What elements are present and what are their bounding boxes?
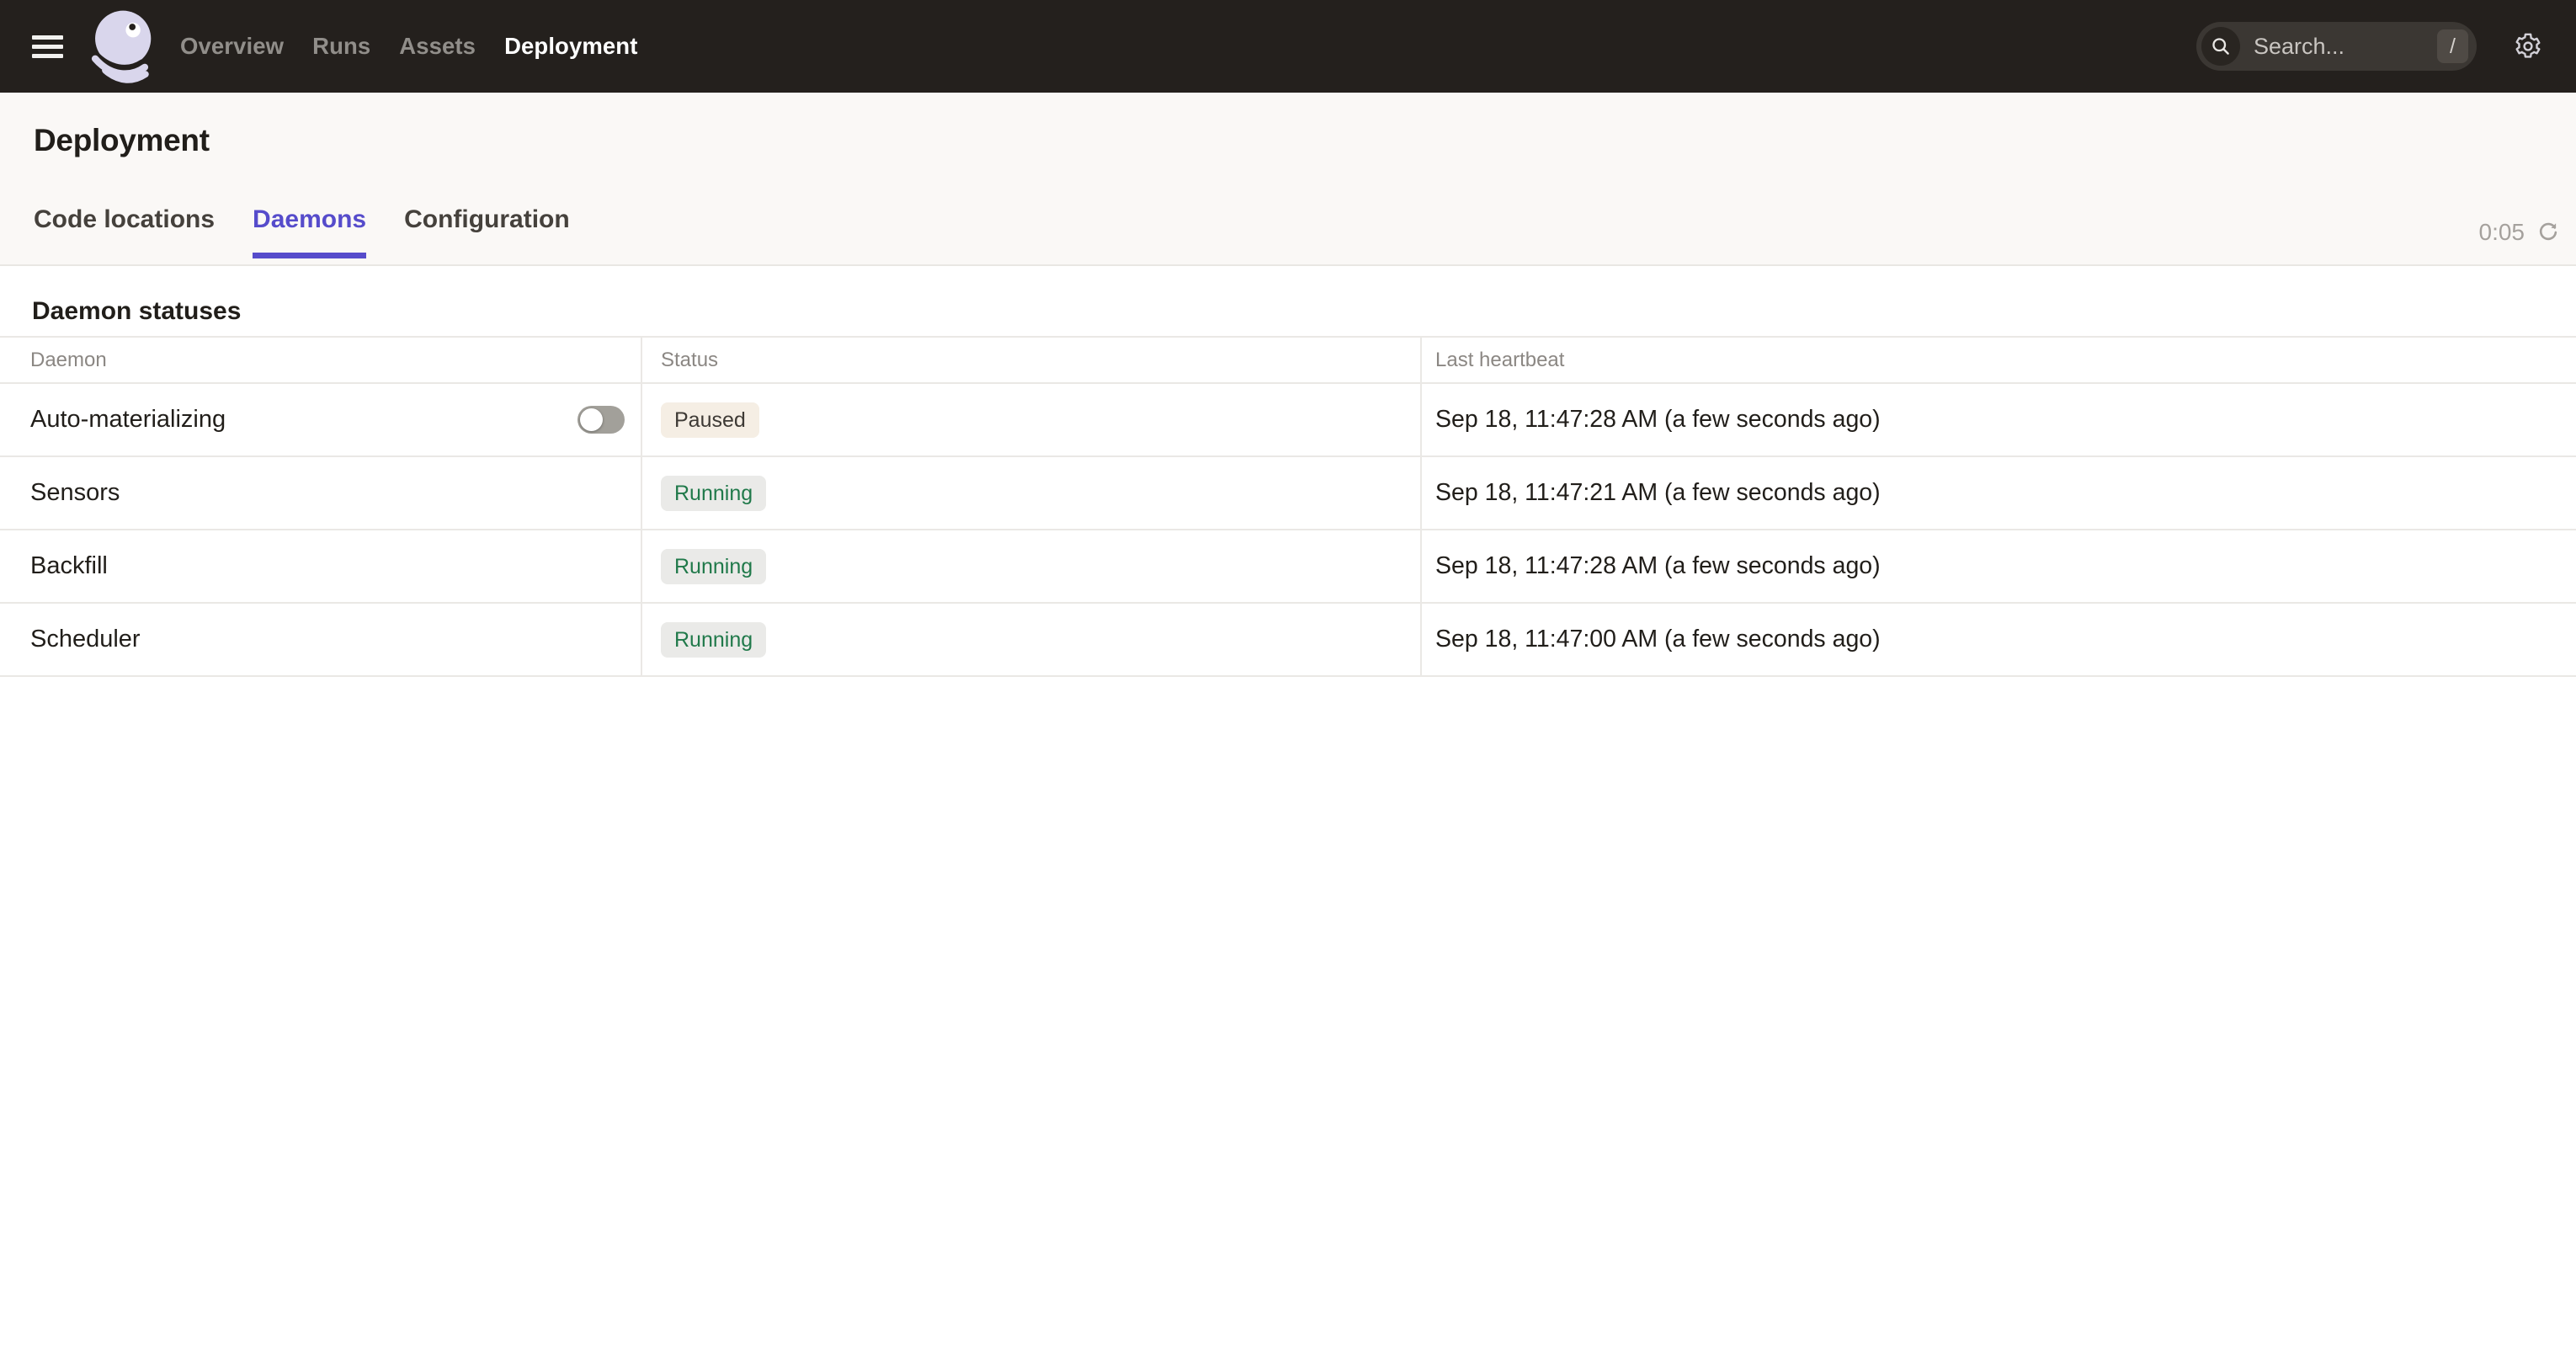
search-shortcut-hint: / (2437, 29, 2468, 63)
search-box[interactable]: / (2196, 22, 2477, 71)
daemon-name: Scheduler (30, 626, 141, 653)
table-row: Sensors Running Sep 18, 11:47:21 AM (a f… (0, 457, 2576, 530)
column-header-status: Status (661, 349, 718, 372)
daemon-table: Daemon Status Last heartbeat Auto-materi… (0, 336, 2576, 677)
main-content: Daemon statuses Daemon Status Last heart… (0, 266, 2576, 677)
column-header-last-heartbeat: Last heartbeat (1435, 349, 1564, 372)
last-heartbeat-value: Sep 18, 11:47:28 AM (a few seconds ago) (1435, 552, 1881, 580)
refresh-icon[interactable] (2536, 220, 2561, 245)
last-heartbeat-value: Sep 18, 11:47:28 AM (a few seconds ago) (1435, 406, 1881, 434)
tab-bar: Code locations Daemons Configuration (34, 205, 570, 258)
column-header-daemon: Daemon (30, 349, 107, 372)
refresh-area: 0:05 (2479, 219, 2562, 246)
page-header: Deployment Code locations Daemons Config… (0, 93, 2576, 266)
section-title: Daemon statuses (0, 266, 2576, 327)
menu-icon[interactable] (32, 35, 64, 58)
table-row: Scheduler Running Sep 18, 11:47:00 AM (a… (0, 604, 2576, 677)
tab-configuration[interactable]: Configuration (404, 205, 570, 258)
page-title: Deployment (34, 123, 210, 158)
toggle-knob (580, 408, 603, 431)
nav-assets[interactable]: Assets (399, 33, 476, 60)
top-navigation-bar: Overview Runs Assets Deployment / (0, 0, 2576, 93)
auto-materializing-toggle[interactable] (577, 406, 625, 434)
last-heartbeat-value: Sep 18, 11:47:21 AM (a few seconds ago) (1435, 479, 1881, 507)
tab-daemons[interactable]: Daemons (253, 205, 366, 258)
gear-icon[interactable] (2514, 32, 2542, 61)
nav-overview[interactable]: Overview (180, 33, 284, 60)
refresh-countdown: 0:05 (2479, 219, 2525, 246)
tab-code-locations[interactable]: Code locations (34, 205, 215, 258)
status-badge: Running (661, 476, 766, 511)
dagster-logo-icon[interactable] (86, 8, 163, 85)
daemon-name: Auto-materializing (30, 406, 226, 434)
search-input[interactable] (2254, 34, 2437, 60)
daemon-name: Sensors (30, 479, 120, 507)
status-badge: Running (661, 622, 766, 658)
table-header-row: Daemon Status Last heartbeat (0, 338, 2576, 384)
nav-deployment[interactable]: Deployment (504, 33, 637, 60)
nav-runs[interactable]: Runs (312, 33, 370, 60)
table-row: Auto-materializing Paused Sep 18, 11:47:… (0, 384, 2576, 457)
table-row: Backfill Running Sep 18, 11:47:28 AM (a … (0, 530, 2576, 604)
daemon-name: Backfill (30, 552, 108, 580)
status-badge: Paused (661, 402, 759, 438)
main-nav: Overview Runs Assets Deployment (180, 33, 637, 60)
status-badge: Running (661, 549, 766, 584)
search-icon (2201, 27, 2240, 66)
last-heartbeat-value: Sep 18, 11:47:00 AM (a few seconds ago) (1435, 626, 1881, 653)
